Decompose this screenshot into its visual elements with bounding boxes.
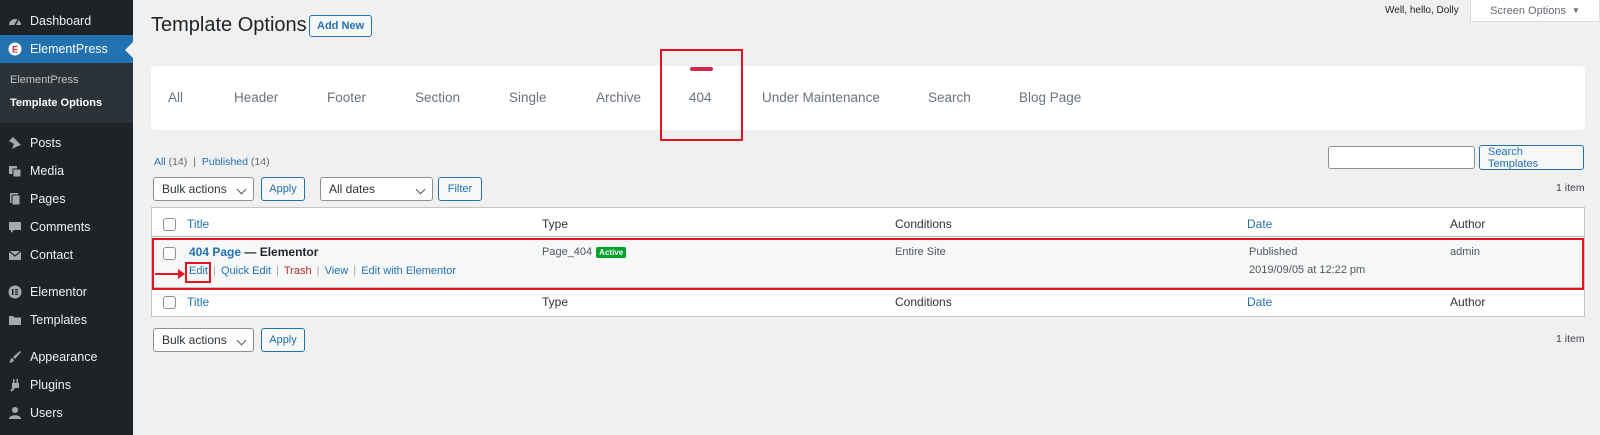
sidebar-item-pages[interactable]: Pages bbox=[0, 185, 133, 213]
view-filter-links: All (14) | Published (14) bbox=[154, 156, 270, 168]
column-date-footer[interactable]: Date bbox=[1247, 295, 1272, 309]
sidebar-item-plugins[interactable]: Plugins bbox=[0, 371, 133, 399]
screen-options-label: Screen Options bbox=[1490, 4, 1566, 17]
tab-section[interactable]: Section bbox=[415, 90, 460, 105]
plugin-icon bbox=[8, 378, 22, 392]
column-author-footer: Author bbox=[1450, 295, 1486, 309]
sidebar-item-label: Appearance bbox=[30, 350, 98, 364]
column-title-footer[interactable]: Title bbox=[187, 295, 209, 309]
dates-filter-value: All dates bbox=[329, 182, 376, 196]
column-type: Type bbox=[542, 217, 569, 231]
annotation-box-edit bbox=[185, 262, 211, 283]
chevron-down-icon bbox=[415, 184, 426, 195]
sidebar-item-label: Posts bbox=[30, 136, 62, 150]
annotation-box-row bbox=[152, 238, 1584, 290]
sidebar-item-templates[interactable]: Templates bbox=[0, 306, 133, 334]
sidebar-item-contact[interactable]: Contact bbox=[0, 241, 133, 269]
column-conditions: Conditions bbox=[895, 217, 952, 231]
filter-published-link[interactable]: Published bbox=[202, 156, 248, 168]
column-title[interactable]: Title bbox=[187, 217, 209, 231]
sidebar-item-label: Users bbox=[30, 406, 63, 420]
submenu-item-template-options[interactable]: Template Options bbox=[10, 97, 102, 109]
folder-icon bbox=[8, 313, 22, 327]
user-greeting[interactable]: Well, hello, Dolly bbox=[1385, 5, 1459, 16]
apply-button-bottom[interactable]: Apply bbox=[261, 328, 305, 352]
sidebar-item-dashboard[interactable]: Dashboard bbox=[0, 7, 133, 35]
column-date[interactable]: Date bbox=[1247, 217, 1272, 231]
sidebar-item-label: Templates bbox=[30, 313, 87, 327]
bulk-actions-value: Bulk actions bbox=[162, 182, 227, 196]
pin-icon bbox=[8, 136, 22, 150]
search-templates-button[interactable]: Search Templates bbox=[1479, 145, 1584, 170]
chevron-down-icon bbox=[236, 335, 247, 346]
tab-search[interactable]: Search bbox=[928, 90, 971, 105]
sidebar-item-elementor[interactable]: Elementor bbox=[0, 278, 133, 306]
sidebar-item-posts[interactable]: Posts bbox=[0, 129, 133, 157]
dashboard-icon bbox=[8, 14, 22, 28]
sidebar-item-appearance[interactable]: Appearance bbox=[0, 343, 133, 371]
chevron-down-icon bbox=[236, 184, 247, 195]
sidebar-item-label: Dashboard bbox=[30, 14, 92, 28]
submenu-item-elementpress[interactable]: ElementPress bbox=[10, 74, 78, 86]
svg-text:E: E bbox=[12, 45, 18, 55]
tab-single[interactable]: Single bbox=[509, 90, 547, 105]
dates-filter-select[interactable]: All dates bbox=[320, 177, 433, 201]
tab-footer[interactable]: Footer bbox=[327, 90, 366, 105]
filter-button[interactable]: Filter bbox=[438, 177, 482, 201]
item-count-top: 1 item bbox=[1556, 182, 1585, 194]
elementpress-icon: E bbox=[8, 42, 22, 56]
item-count-bottom: 1 item bbox=[1556, 333, 1585, 345]
search-templates-input[interactable] bbox=[1328, 146, 1475, 169]
sidebar-item-elementpress[interactable]: E ElementPress bbox=[0, 35, 133, 63]
sidebar-item-label: Elementor bbox=[30, 285, 87, 299]
apply-button-top[interactable]: Apply bbox=[261, 177, 305, 201]
column-author: Author bbox=[1450, 217, 1486, 231]
filter-all-link[interactable]: All bbox=[154, 156, 166, 168]
sidebar-submenu: ElementPress Template Options bbox=[0, 63, 133, 123]
bulk-actions-select[interactable]: Bulk actions bbox=[153, 177, 254, 201]
select-all-checkbox-footer[interactable] bbox=[163, 296, 176, 309]
sidebar-item-users[interactable]: Users bbox=[0, 399, 133, 427]
tab-header[interactable]: Header bbox=[234, 90, 278, 105]
sidebar-item-label: Comments bbox=[30, 220, 91, 234]
column-type-footer: Type bbox=[542, 295, 569, 309]
tab-under-maintenance[interactable]: Under Maintenance bbox=[762, 90, 880, 105]
sidebar-item-comments[interactable]: Comments bbox=[0, 213, 133, 241]
media-icon bbox=[8, 164, 22, 178]
sidebar-item-label: Pages bbox=[30, 192, 66, 206]
tab-all[interactable]: All bbox=[168, 90, 183, 105]
template-type-tabs: All Header Footer Section Single Archive… bbox=[151, 66, 1585, 130]
page-title: Template Options bbox=[151, 14, 307, 36]
bulk-actions-select-bottom[interactable]: Bulk actions bbox=[153, 328, 254, 352]
column-conditions-footer: Conditions bbox=[895, 295, 952, 309]
sidebar-item-media[interactable]: Media bbox=[0, 157, 133, 185]
sidebar-item-label: Plugins bbox=[30, 378, 71, 392]
brush-icon bbox=[8, 350, 22, 364]
current-menu-arrow bbox=[125, 42, 133, 58]
elementor-icon bbox=[8, 285, 22, 299]
filter-all-count: (14) bbox=[168, 156, 188, 168]
comment-icon bbox=[8, 220, 22, 234]
sidebar-item-label: ElementPress bbox=[30, 42, 108, 56]
pages-icon bbox=[8, 192, 22, 206]
screen-options-button[interactable]: Screen Options ▼ bbox=[1470, 0, 1600, 22]
filter-published-count: (14) bbox=[250, 156, 270, 168]
caret-down-icon: ▼ bbox=[1571, 6, 1580, 15]
arrow-right-icon bbox=[178, 269, 185, 279]
sidebar-item-label: Contact bbox=[30, 248, 74, 262]
bulk-actions-value-bottom: Bulk actions bbox=[162, 333, 227, 347]
filter-separator: | bbox=[193, 156, 196, 168]
select-all-checkbox[interactable] bbox=[163, 218, 176, 231]
sidebar-item-label: Media bbox=[30, 164, 65, 178]
admin-sidebar: Dashboard E ElementPress ElementPress Te… bbox=[0, 0, 133, 435]
user-icon bbox=[8, 406, 22, 420]
tab-blog-page[interactable]: Blog Page bbox=[1019, 90, 1081, 105]
add-new-button[interactable]: Add New bbox=[309, 15, 373, 37]
tab-archive[interactable]: Archive bbox=[596, 90, 641, 105]
annotation-box-404-tab bbox=[660, 49, 743, 141]
mail-icon bbox=[8, 248, 22, 262]
